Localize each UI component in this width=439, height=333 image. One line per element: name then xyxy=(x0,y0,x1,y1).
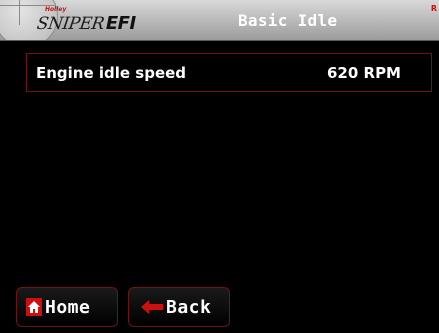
home-button-label: Home xyxy=(45,296,91,318)
left-arrow-icon xyxy=(141,300,163,314)
back-button[interactable]: Back xyxy=(128,287,230,327)
setting-label: Engine idle speed xyxy=(36,64,187,82)
brand-sniper-text: SNIPER xyxy=(35,14,106,34)
crosshair-vertical xyxy=(19,0,20,25)
page-title: Basic Idle xyxy=(238,11,338,30)
brand-efi-text: EFI xyxy=(105,13,136,34)
home-button[interactable]: Home xyxy=(16,287,118,327)
back-button-label: Back xyxy=(166,296,212,318)
brand-holley-text: Holley xyxy=(45,6,67,13)
brand-logo: SNIPER EFI xyxy=(35,13,137,35)
setting-row-idle-speed[interactable]: Engine idle speed 620 RPM xyxy=(26,53,432,92)
header-bar: Holley SNIPER EFI Basic Idle R xyxy=(0,0,439,41)
setting-value: 620 RPM xyxy=(326,64,401,82)
registered-mark: R xyxy=(430,4,437,13)
screen: Holley SNIPER EFI Basic Idle R Engine id… xyxy=(0,0,439,333)
home-icon xyxy=(26,298,42,316)
